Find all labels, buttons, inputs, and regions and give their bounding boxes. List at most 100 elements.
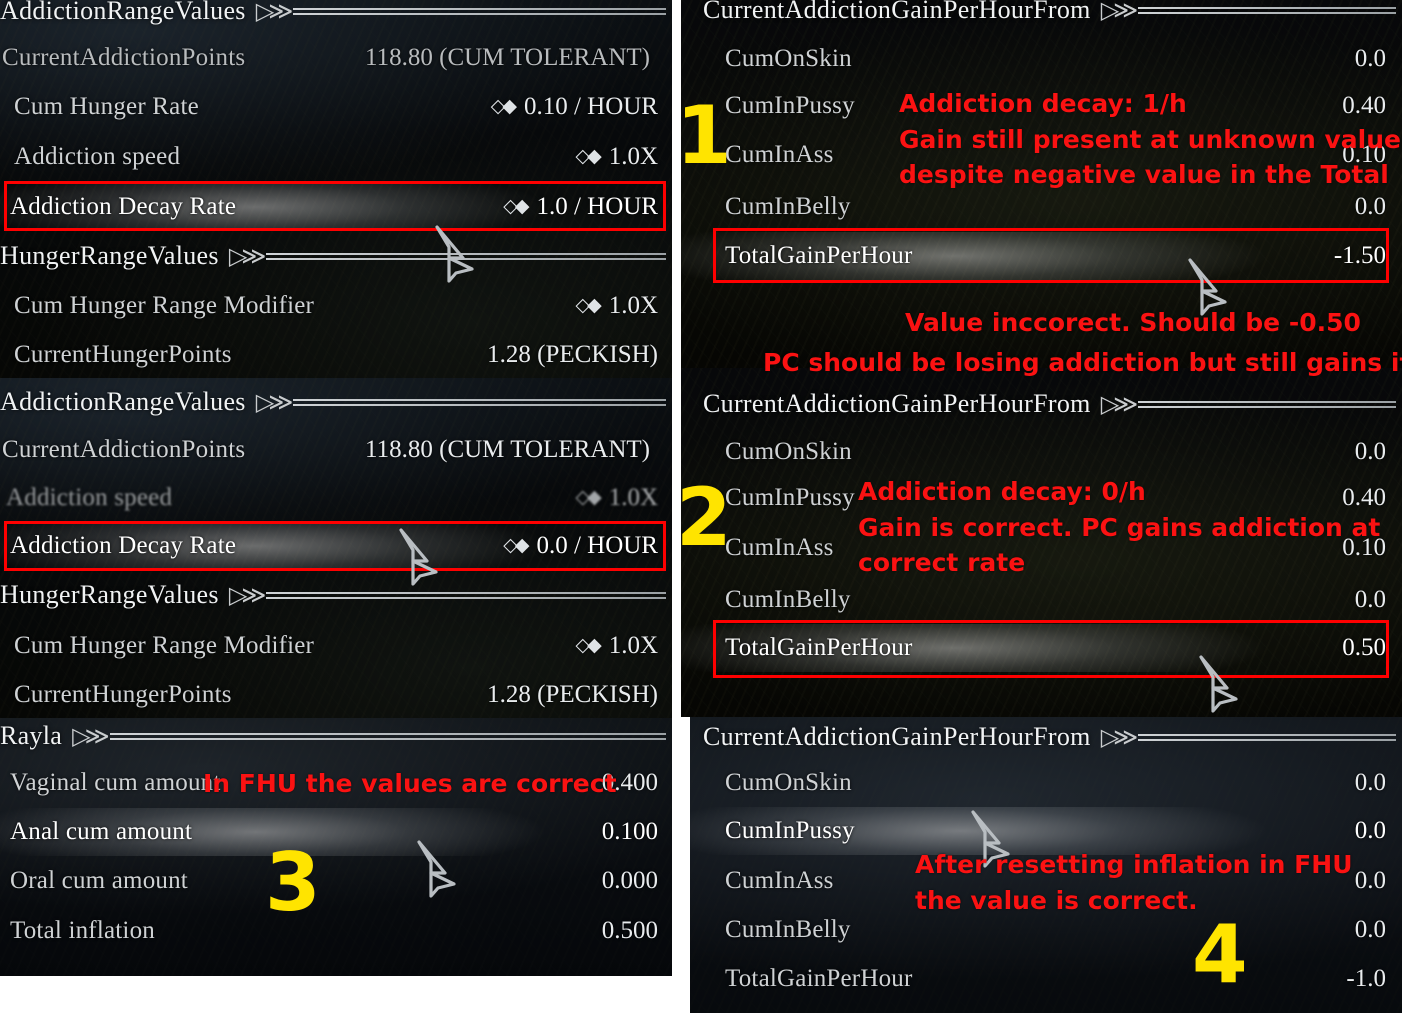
section-header-addiction-range-values: AddictionRangeValues ▷≫ [0,0,672,31]
section-header-label: CurrentAddictionGainPerHourFrom [703,722,1091,751]
panel-addiction-range-values-mid: AddictionRangeValues ▷≫ CurrentAddiction… [0,378,672,718]
callout-number-4: 4 [1192,908,1248,1001]
row-label: CumInBelly [725,586,851,613]
row-label: TotalGainPerHour [725,634,913,661]
row-value: 0.50 [1342,634,1386,661]
row-current-hunger-points[interactable]: CurrentHungerPoints 1.28 (PECKISH) [0,671,672,718]
section-header-rayla: Rayla ▷≫ [0,718,672,756]
row-value: ◇◆ 1.0 / HOUR [503,193,658,221]
row-value: ◇◆ 1.0X [575,143,658,171]
row-cum-on-skin[interactable]: CumOnSkin 0.0 [681,35,1402,83]
row-value-text: 1.0X [608,484,658,511]
row-label: CumInPussy [725,92,855,119]
double-chevron-icon: ▷≫ [255,389,294,416]
header-rule [109,732,667,741]
header-rule [1138,400,1396,409]
row-label: CurrentHungerPoints [14,681,232,708]
header-rule [1138,733,1396,742]
row-label: Cum Hunger Range Modifier [14,292,315,319]
row-label: TotalGainPerHour [725,242,913,269]
row-value-text: 1.0 / HOUR [536,193,658,220]
row-label: Addiction speed [6,484,173,511]
row-value: 1.28 (PECKISH) [487,681,658,708]
row-addiction-decay-rate[interactable]: Addiction Decay Rate ◇◆ 1.0 / HOUR [0,183,672,231]
row-cum-in-belly[interactable]: CumInBelly 0.0 [681,576,1402,624]
double-chevron-icon: ▷≫ [72,723,110,750]
mouse-cursor-3 [417,840,456,898]
row-total-inflation[interactable]: Total inflation 0.500 [0,907,672,955]
mouse-cursor-1 [435,225,474,283]
stepper-icon[interactable]: ◇◆ [575,294,601,317]
section-header-label: CurrentAddictionGainPerHourFrom [703,389,1091,418]
row-value-text: 1.0X [608,632,658,659]
row-cum-hunger-rate[interactable]: Cum Hunger Rate ◇◆ 0.10 / HOUR [0,83,672,131]
row-label: Addiction Decay Rate [10,532,237,559]
row-cum-hunger-range-modifier[interactable]: Cum Hunger Range Modifier ◇◆ 1.0X [0,282,672,330]
stepper-icon[interactable]: ◇◆ [491,95,517,118]
row-value: 0.0 [1354,193,1386,220]
section-header-gain-per-hour-1: CurrentAddictionGainPerHourFrom ▷≫ [681,0,1402,30]
row-value-text: 1.0X [608,292,658,319]
double-chevron-icon: ▷≫ [1100,724,1139,751]
row-label: Vaginal cum amount [10,769,221,796]
stepper-icon[interactable]: ◇◆ [575,486,601,509]
row-label: CumInPussy [725,484,855,511]
row-value-text: 0.0 / HOUR [536,532,658,559]
row-oral-cum-amount[interactable]: Oral cum amount 0.000 [0,857,672,905]
stepper-icon[interactable]: ◇◆ [575,634,601,657]
row-addiction-speed[interactable]: Addiction speed ◇◆ 1.0X [0,133,672,181]
row-value: ◇◆ 0.0 / HOUR [503,532,658,560]
row-value: 0.0 [1354,45,1386,72]
row-label: CumOnSkin [725,438,852,465]
row-label: CurrentHungerPoints [14,341,232,368]
row-value: ◇◆ 0.10 / HOUR [491,93,658,121]
row-value: ◇◆ 1.0X [575,292,658,320]
row-current-addiction-points[interactable]: CurrentAddictionPoints 118.80 (CUM TOLER… [0,426,672,474]
double-chevron-icon: ▷≫ [1100,0,1139,24]
row-total-gain-per-hour[interactable]: TotalGainPerHour -1.0 [690,955,1402,1003]
row-value-text: 1.0X [608,143,658,170]
row-value: 1.28 (PECKISH) [487,341,658,368]
section-header-gain-per-hour-2: CurrentAddictionGainPerHourFrom ▷≫ [681,384,1402,424]
row-label: CumInAss [725,867,834,894]
row-value: ◇◆ 1.0X [575,484,658,512]
section-header-label: Rayla [0,721,63,750]
section-header-label: HungerRangeValues [0,241,219,270]
row-label: CumOnSkin [725,45,852,72]
row-value: 0.0 [1354,867,1386,894]
section-header-label: AddictionRangeValues [0,387,246,416]
row-value: ◇◆ 1.0X [575,632,658,660]
stepper-icon[interactable]: ◇◆ [503,195,529,218]
stepper-icon[interactable]: ◇◆ [575,145,601,168]
header-rule [293,398,666,407]
row-value-text: 0.10 / HOUR [523,93,658,120]
row-value: -1.0 [1346,965,1386,992]
row-total-gain-per-hour[interactable]: TotalGainPerHour 0.50 [681,624,1402,672]
stepper-icon[interactable]: ◇◆ [503,534,529,557]
row-label: Cum Hunger Rate [14,93,199,120]
row-cum-on-skin[interactable]: CumOnSkin 0.0 [681,428,1402,476]
double-chevron-icon: ▷≫ [1100,391,1139,418]
panel-addiction-range-values-top: AddictionRangeValues ▷≫ CurrentAddiction… [0,0,672,378]
section-header-label: AddictionRangeValues [0,0,246,25]
row-label: CumOnSkin [725,769,852,796]
header-rule [293,7,666,16]
row-cum-hunger-range-modifier[interactable]: Cum Hunger Range Modifier ◇◆ 1.0X [0,622,672,670]
row-value: 0.100 [601,818,658,845]
row-addiction-decay-rate[interactable]: Addiction Decay Rate ◇◆ 0.0 / HOUR [0,522,672,570]
mouse-cursor-2 [399,528,438,586]
row-current-addiction-points[interactable]: CurrentAddictionPoints 118.80 (CUM TOLER… [0,34,672,82]
row-value: 0.0 [1354,817,1386,844]
section-header-label: CurrentAddictionGainPerHourFrom [703,0,1091,24]
annotation-fhu-values-correct: In FHU the values are correct [203,769,617,798]
row-anal-cum-amount[interactable]: Anal cum amount 0.100 [0,808,672,856]
section-header-hunger-range-values: HungerRangeValues ▷≫ [0,236,672,276]
row-cum-on-skin[interactable]: CumOnSkin 0.0 [690,759,1402,807]
row-value: 0.0 [1354,769,1386,796]
panel-rayla: Rayla ▷≫ Vaginal cum amount 0.400 Anal c… [0,718,672,976]
row-total-gain-per-hour[interactable]: TotalGainPerHour -1.50 [681,232,1402,280]
row-addiction-speed[interactable]: Addiction speed ◇◆ 1.0X [0,474,672,522]
row-label: CumInBelly [725,916,851,943]
row-value: -1.50 [1333,242,1386,269]
row-current-hunger-points[interactable]: CurrentHungerPoints 1.28 (PECKISH) [0,331,672,378]
